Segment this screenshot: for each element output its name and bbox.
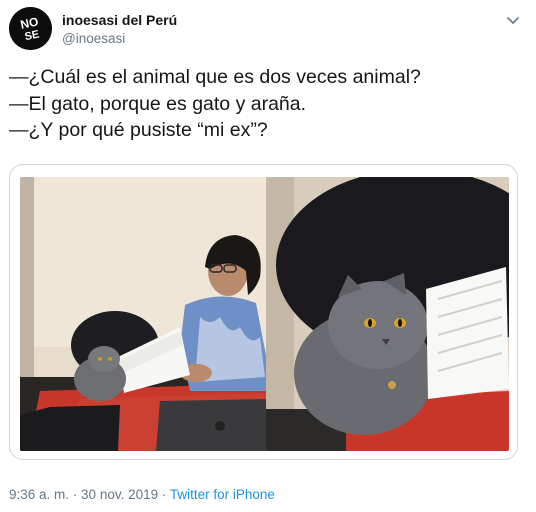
tweet-source-link[interactable]: Twitter for iPhone <box>170 487 275 502</box>
tweet-text: —¿Cuál es el animal que es dos veces ani… <box>9 64 509 144</box>
tweet-line: —¿Cuál es el animal que es dos veces ani… <box>9 66 421 88</box>
display-name[interactable]: inoesasi del Perú <box>62 12 177 28</box>
tweet-time[interactable]: 9:36 a. m. <box>9 487 69 502</box>
tweet-line: —¿Y por qué pusiste “mi ex”? <box>9 119 268 141</box>
user-handle[interactable]: @inoesasi <box>62 31 125 46</box>
avatar[interactable]: NO SE <box>9 7 52 50</box>
chevron-down-icon[interactable] <box>505 12 521 28</box>
footer-separator: · <box>69 487 82 502</box>
tweet-date[interactable]: 30 nov. 2019 <box>81 487 158 502</box>
avatar-logo: NO SE <box>9 7 52 50</box>
footer-separator: · <box>158 487 170 502</box>
media-container <box>9 164 518 460</box>
tweet-line: —El gato, porque es gato y araña. <box>9 92 307 115</box>
media-image-woman-cat[interactable] <box>20 177 271 451</box>
tweet-footer: 9:36 a. m. · 30 nov. 2019 · Twitter for … <box>9 487 275 502</box>
media-image-cat-closeup[interactable] <box>266 177 509 451</box>
